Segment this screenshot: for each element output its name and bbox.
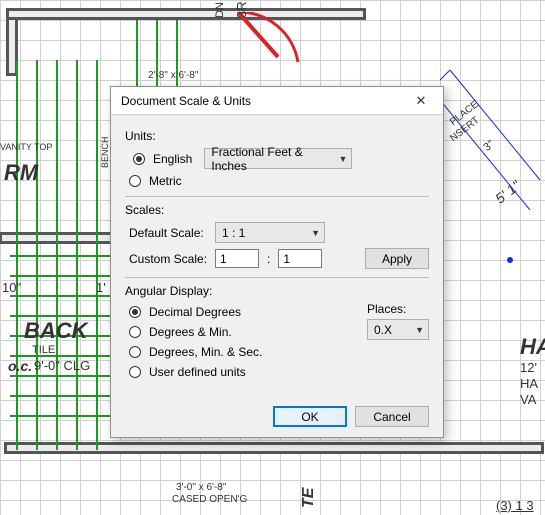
close-icon: ✕: [416, 93, 427, 109]
label-313: (3) 1 3: [496, 498, 534, 513]
label-va: VA: [520, 392, 536, 407]
scales-section-label: Scales:: [125, 203, 429, 217]
radio-icon: [129, 326, 141, 338]
units-metric-radio[interactable]: Metric: [129, 174, 429, 188]
dropdown-value: 0.X: [374, 323, 392, 337]
label-clg: 9'-0" CLG: [34, 358, 90, 373]
cancel-button[interactable]: Cancel: [355, 406, 429, 427]
chevron-down-icon: ▼: [415, 325, 424, 335]
radio-icon: [129, 175, 141, 187]
places-label: Places:: [367, 302, 429, 316]
label-12: 12': [520, 360, 537, 375]
door-arc: [238, 12, 308, 82]
wall-segment: [4, 442, 544, 454]
label-te: TE: [300, 488, 318, 508]
dim-casedopen2: CASED OPEN'G: [172, 494, 247, 505]
ok-button[interactable]: OK: [273, 406, 347, 427]
label-ha2: HA: [520, 376, 538, 391]
chevron-down-icon: ▼: [338, 154, 347, 164]
dialog-title: Document Scale & Units: [121, 94, 403, 108]
label-rm: RM: [4, 160, 38, 186]
radio-label: Degrees & Min.: [149, 325, 232, 339]
radio-label: Degrees, Min. & Sec.: [149, 345, 262, 359]
dialog-footer: OK Cancel: [111, 406, 443, 437]
blue-dim-svg: [440, 60, 545, 300]
radio-icon: [129, 306, 141, 318]
units-format-dropdown[interactable]: Fractional Feet & Inches ▼: [204, 148, 352, 169]
label-vanity: VANITY TOP: [0, 142, 52, 152]
dim-10: 10": [2, 280, 21, 295]
button-label: Apply: [382, 252, 412, 266]
default-scale-label: Default Scale:: [129, 226, 209, 240]
label-3r: 3R: [234, 1, 249, 18]
blue-dim-region: [440, 60, 545, 300]
label-tile: TILE: [32, 344, 55, 356]
label-ha: HA: [520, 334, 545, 360]
apply-button[interactable]: Apply: [365, 248, 429, 269]
chevron-down-icon: ▼: [311, 228, 320, 238]
dropdown-value: 1 : 1: [222, 226, 245, 240]
dialog-body: Units: English Fractional Feet & Inches …: [111, 115, 443, 406]
custom-scale-label: Custom Scale:: [129, 252, 209, 266]
close-button[interactable]: ✕: [403, 90, 439, 112]
wall-segment: [6, 8, 366, 20]
places-dropdown[interactable]: 0.X ▼: [367, 319, 429, 340]
dialog-titlebar[interactable]: Document Scale & Units ✕: [111, 87, 443, 115]
dim-casedopen: 3'-0" x 6'-8": [176, 482, 226, 493]
button-label: OK: [301, 410, 318, 424]
document-scale-units-dialog: Document Scale & Units ✕ Units: English …: [110, 86, 444, 438]
angular-section-label: Angular Display:: [125, 284, 429, 298]
label-bench: BENCH: [100, 136, 110, 168]
radio-label: English: [153, 152, 192, 166]
label-dn: DN: [214, 2, 226, 18]
custom-scale-a-input[interactable]: 1: [215, 249, 259, 268]
label-back: BACK: [24, 318, 88, 344]
angular-decimal-radio[interactable]: Decimal Degrees: [129, 305, 349, 319]
button-label: Cancel: [373, 410, 410, 424]
default-scale-dropdown[interactable]: 1 : 1 ▼: [215, 222, 325, 243]
radio-label: Decimal Degrees: [149, 305, 241, 319]
dim-1ft: 1': [96, 280, 106, 295]
radio-label: User defined units: [149, 365, 246, 379]
ratio-colon: :: [265, 252, 272, 266]
custom-scale-b-input[interactable]: 1: [278, 249, 322, 268]
radio-icon: [133, 153, 145, 165]
angular-degminsec-radio[interactable]: Degrees, Min. & Sec.: [129, 345, 349, 359]
separator: [125, 277, 429, 278]
angular-user-radio[interactable]: User defined units: [129, 365, 349, 379]
units-section-label: Units:: [125, 129, 429, 143]
radio-icon: [129, 346, 141, 358]
dim-268: 2'-8" x 6'-8": [148, 70, 198, 81]
radio-label: Metric: [149, 174, 182, 188]
radio-icon: [129, 366, 141, 378]
units-english-radio[interactable]: English: [133, 152, 192, 166]
dropdown-value: Fractional Feet & Inches: [211, 145, 332, 173]
angular-degmin-radio[interactable]: Degrees & Min.: [129, 325, 349, 339]
separator: [125, 196, 429, 197]
label-oc: o.c.: [8, 358, 32, 374]
